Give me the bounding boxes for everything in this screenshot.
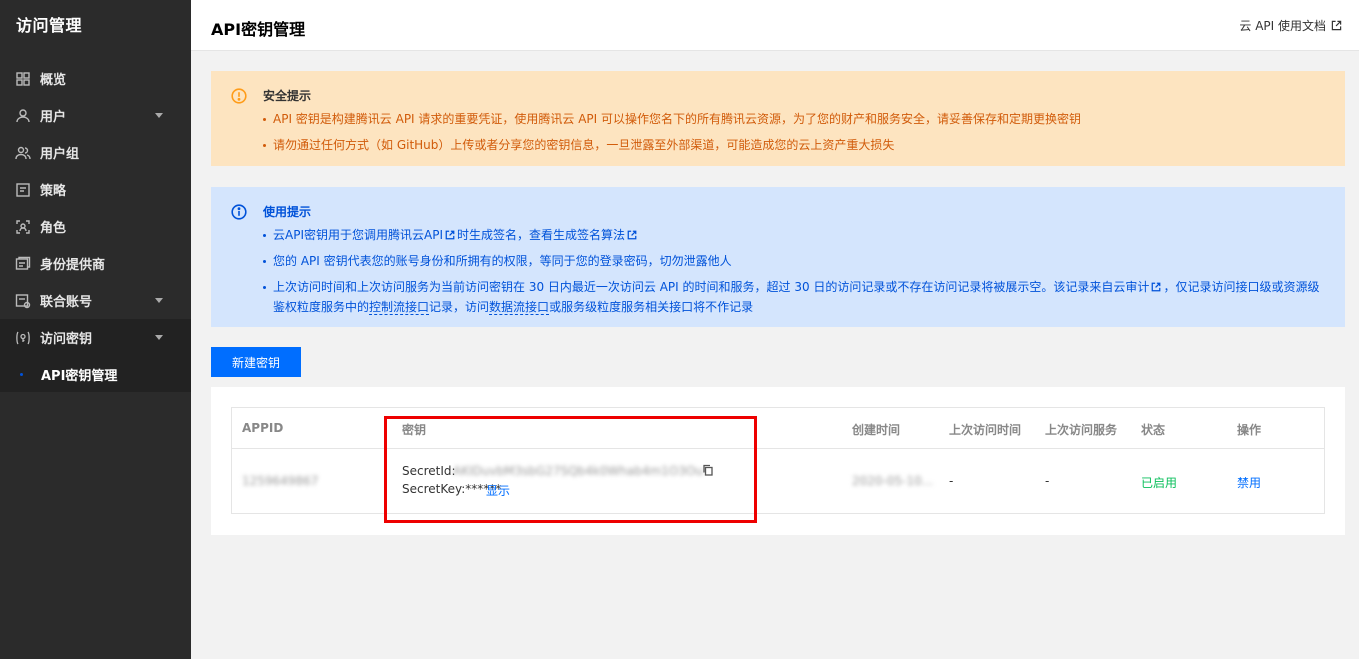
column-header-status: 状态 [1141,423,1166,437]
page-header: API密钥管理 云 API 使用文档 [191,0,1359,51]
sidebar-item-label: 联合账号 [40,295,93,310]
sidebar-item-label: 身份提供商 [40,258,106,273]
sidebar-item-user-groups[interactable]: 用户组 [0,134,191,171]
warning-icon [231,88,247,104]
sidebar-item-users[interactable]: 用户 [0,97,191,134]
sidebar-item-policies[interactable]: 策略 [0,171,191,208]
show-secret-key-link[interactable]: 显示 [486,482,510,499]
control-flow-tooltip-term[interactable]: 控制流接口 [369,300,430,315]
sidebar-item-federated-accounts[interactable]: 联合账号 [0,282,191,319]
alert-list-item: 请勿通过任何方式（如 GitHub）上传或者分享您的密钥信息，一旦泄露至外部渠道… [263,135,1325,155]
page-title: API密钥管理 [211,20,306,39]
alert-list-item: 云API密钥用于您调用腾讯云API 时生成签名，查看生成签名算法 [263,225,1325,245]
api-docs-link[interactable]: 云 API 使用文档 [1239,17,1342,34]
policy-icon [15,182,31,198]
column-header-last-access-service: 上次访问服务 [1045,423,1118,437]
sidebar-item-identity-providers[interactable]: 身份提供商 [0,245,191,282]
alert-text: 或服务级粒度服务相关接口将不作记录 [549,300,754,314]
tencent-cloud-api-link[interactable]: 腾讯云API [388,228,443,242]
external-link-icon [445,230,455,240]
cloud-audit-link[interactable]: 云审计 [1113,280,1149,294]
sidebar-item-overview[interactable]: 概览 [0,60,191,97]
redaction-mask [454,420,704,446]
keys-table: APPID 密钥 创建时间 上次访问时间 上次访问服务 状态 操作 125964… [231,407,1325,514]
user-icon [15,108,31,124]
identity-provider-icon [15,256,31,272]
column-header-action: 操作 [1237,423,1262,437]
sidebar-item-access-keys[interactable]: 访问密钥 [0,319,191,356]
security-warning-alert: 安全提示 API 密钥是构建腾讯云 API 请求的重要凭证，使用腾讯云 API … [211,71,1345,166]
info-icon [231,204,247,220]
column-header-last-access-time: 上次访问时间 [949,423,1022,437]
user-group-icon [15,145,31,161]
sidebar-title: 访问管理 [16,16,83,35]
external-link-icon [627,230,637,240]
last-access-service-cell: - [1045,474,1050,488]
status-badge: 已启用 [1141,476,1178,490]
alert-text: 云API密钥用于您调用 [273,228,388,242]
alert-list: 云API密钥用于您调用腾讯云API 时生成签名，查看生成签名算法 您的 API 密… [263,225,1325,317]
table-header-row: APPID 密钥 创建时间 上次访问时间 上次访问服务 状态 操作 [232,408,1324,449]
alert-text: 记录，访问 [429,300,490,314]
alert-list-item: 您的 API 密钥代表您的账号身份和所拥有的权限，等同于您的登录密码，切勿泄露他… [263,251,1325,271]
access-key-icon [15,330,31,346]
column-header-key: 密钥 [402,423,427,437]
copy-icon[interactable] [702,464,714,479]
created-time-cell: 2020-05-10... [852,474,934,488]
alert-text: 上次访问时间和上次访问服务为当前访问密钥在 30 日内最近一次访问云 API 的… [273,280,1114,294]
alert-list-item: 上次访问时间和上次访问服务为当前访问密钥在 30 日内最近一次访问云 API 的… [263,277,1325,317]
secret-id-value: AKIDuvbM3sbG27SQb4k0Whab4m1O3Ou4Fmk [453,464,703,478]
usage-tips-alert: 使用提示 云API密钥用于您调用腾讯云API 时生成签名，查看生成签名算法 您的 … [211,187,1345,327]
chevron-down-icon [155,113,163,118]
sidebar-item-roles[interactable]: 角色 [0,208,191,245]
federated-account-icon [15,293,31,309]
alert-title: 使用提示 [263,205,312,219]
column-header-appid: APPID [242,421,284,435]
column-header-created: 创建时间 [852,423,901,437]
sidebar-item-label: 策略 [40,184,67,199]
last-access-time-cell: - [949,474,954,488]
table-row: 1259649867 SecretId: AKIDuvbM3sbG27SQb4k… [232,449,1324,513]
role-icon [15,219,31,235]
chevron-down-icon [155,335,163,340]
sidebar-item-label: 用户 [40,110,67,125]
api-docs-link-label: 云 API 使用文档 [1239,19,1326,33]
new-key-button[interactable]: 新建密钥 [211,347,301,377]
grid-icon [15,71,31,87]
secret-id-label: SecretId: [402,464,456,478]
active-dot-icon [20,372,23,376]
disable-key-link[interactable]: 禁用 [1237,474,1261,491]
external-link-icon [1152,282,1161,292]
keys-table-card: APPID 密钥 创建时间 上次访问时间 上次访问服务 状态 操作 125964… [211,387,1345,535]
sidebar-subitem-api-key-management[interactable]: API密钥管理 [0,356,191,392]
external-link-icon [1331,20,1342,31]
chevron-down-icon [155,298,163,303]
sidebar-item-label: 访问密钥 [40,332,93,347]
alert-list-item: API 密钥是构建腾讯云 API 请求的重要凭证，使用腾讯云 API 可以操作您… [263,109,1325,129]
signature-algorithm-link[interactable]: 生成签名算法 [553,228,625,242]
sidebar-item-label: 概览 [40,73,67,88]
sidebar-item-label: 角色 [40,221,67,236]
appid-cell: 1259649867 [242,474,319,488]
sidebar-nav: 概览 用户 用户组 策略 角色 身份提供商 联合账号 访问密钥 API密钥管理 [0,52,191,392]
alert-list: API 密钥是构建腾讯云 API 请求的重要凭证，使用腾讯云 API 可以操作您… [263,109,1325,155]
sidebar-subitem-label: API密钥管理 [41,368,118,384]
sidebar: 访问管理 概览 用户 用户组 策略 角色 身份提供商 联合账号 访问密钥 API… [0,0,191,659]
alert-title: 安全提示 [263,89,312,103]
alert-text: 时生成签名，查看 [457,228,554,242]
data-flow-tooltip-term[interactable]: 数据流接口 [489,300,550,315]
sidebar-item-label: 用户组 [40,147,80,162]
